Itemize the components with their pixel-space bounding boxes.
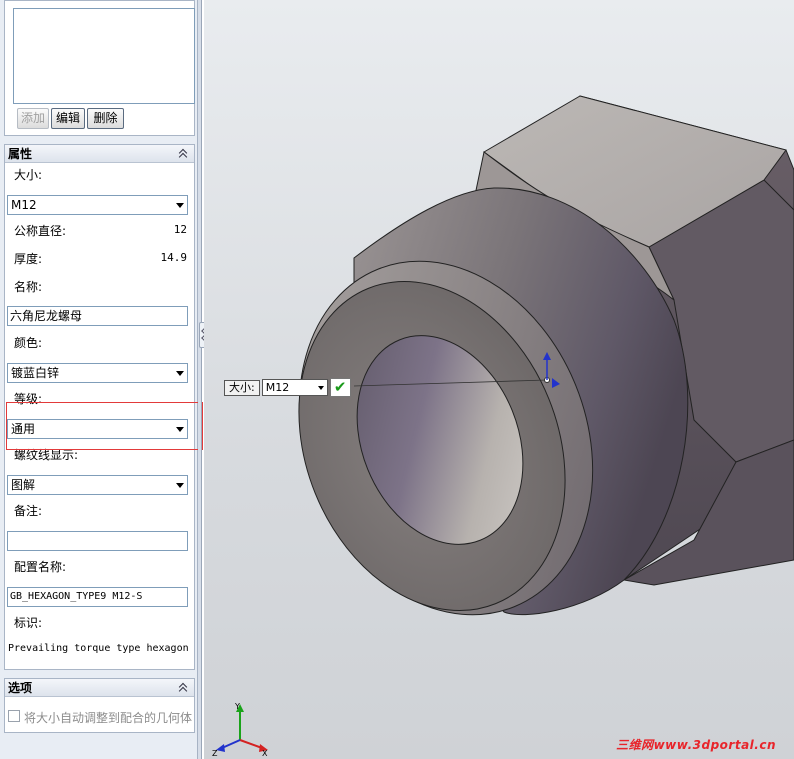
panel-splitter[interactable] — [198, 0, 202, 759]
thickness-value: 14.9 — [160, 251, 188, 264]
remark-label: 备注: — [14, 504, 43, 518]
chevron-down-icon — [176, 371, 184, 376]
property-manager-panel: 添加 编辑 删除 属性 大小: M12 公称直径: 12 厚度: 14.9 名称… — [0, 0, 203, 759]
triad-z-label: Z — [212, 749, 218, 756]
config-name-label: 配置名称: — [14, 560, 67, 574]
size-popup: 大小: M12 ✔ — [224, 378, 351, 397]
auto-resize-label: 将大小自动调整到配合的几何体 — [24, 711, 193, 725]
options-header[interactable]: 选项 — [5, 679, 194, 697]
component-list-group: 添加 编辑 删除 — [4, 0, 195, 136]
add-button[interactable]: 添加 — [17, 108, 49, 129]
remark-field[interactable] — [7, 531, 188, 551]
triad-x-label: X — [262, 749, 268, 756]
color-dropdown[interactable]: 镀蓝白锌 — [7, 363, 188, 383]
thickness-label: 厚度: — [14, 252, 43, 266]
color-label: 颜色: — [14, 336, 43, 350]
highlight-box — [6, 402, 203, 450]
identifier-value[interactable]: Prevailing torque type hexagon — [8, 643, 194, 654]
thread-display-dropdown[interactable]: 图解 — [7, 475, 188, 495]
coordinate-triad-icon: Y X Z — [212, 702, 268, 756]
nominal-diameter-label: 公称直径: — [14, 224, 67, 238]
chevron-down-icon — [176, 483, 184, 488]
popup-size-value: M12 — [265, 381, 290, 394]
chevron-down-icon — [317, 386, 324, 390]
thread-display-value: 图解 — [11, 478, 36, 492]
name-label: 名称: — [14, 280, 43, 294]
delete-button[interactable]: 删除 — [87, 108, 124, 129]
collapse-icon[interactable] — [178, 148, 189, 162]
nominal-diameter-value: 12 — [173, 223, 187, 236]
component-listbox[interactable] — [13, 8, 195, 104]
size-label: 大小: — [14, 168, 43, 182]
auto-resize-checkbox[interactable] — [8, 710, 20, 722]
watermark-text: 三维网www.3dportal.cn — [616, 738, 776, 752]
chevron-down-icon — [176, 203, 184, 208]
identifier-label: 标识: — [14, 616, 43, 630]
config-name-field[interactable]: GB_HEXAGON_TYPE9 M12-S — [7, 587, 188, 607]
size-dropdown[interactable]: M12 — [7, 195, 188, 215]
options-title: 选项 — [8, 681, 33, 695]
triad-y-label: Y — [234, 702, 240, 711]
properties-title: 属性 — [8, 147, 33, 161]
name-field[interactable]: 六角尼龙螺母 — [7, 306, 188, 326]
popup-size-label: 大小: — [224, 379, 260, 396]
color-value: 镀蓝白锌 — [11, 366, 60, 380]
properties-header[interactable]: 属性 — [5, 145, 194, 163]
edit-button[interactable]: 编辑 — [51, 108, 85, 129]
size-value: M12 — [11, 198, 37, 212]
checkmark-ok-button[interactable]: ✔ — [329, 378, 351, 397]
collapse-icon[interactable] — [178, 682, 189, 696]
popup-size-dropdown[interactable]: M12 — [261, 379, 328, 396]
